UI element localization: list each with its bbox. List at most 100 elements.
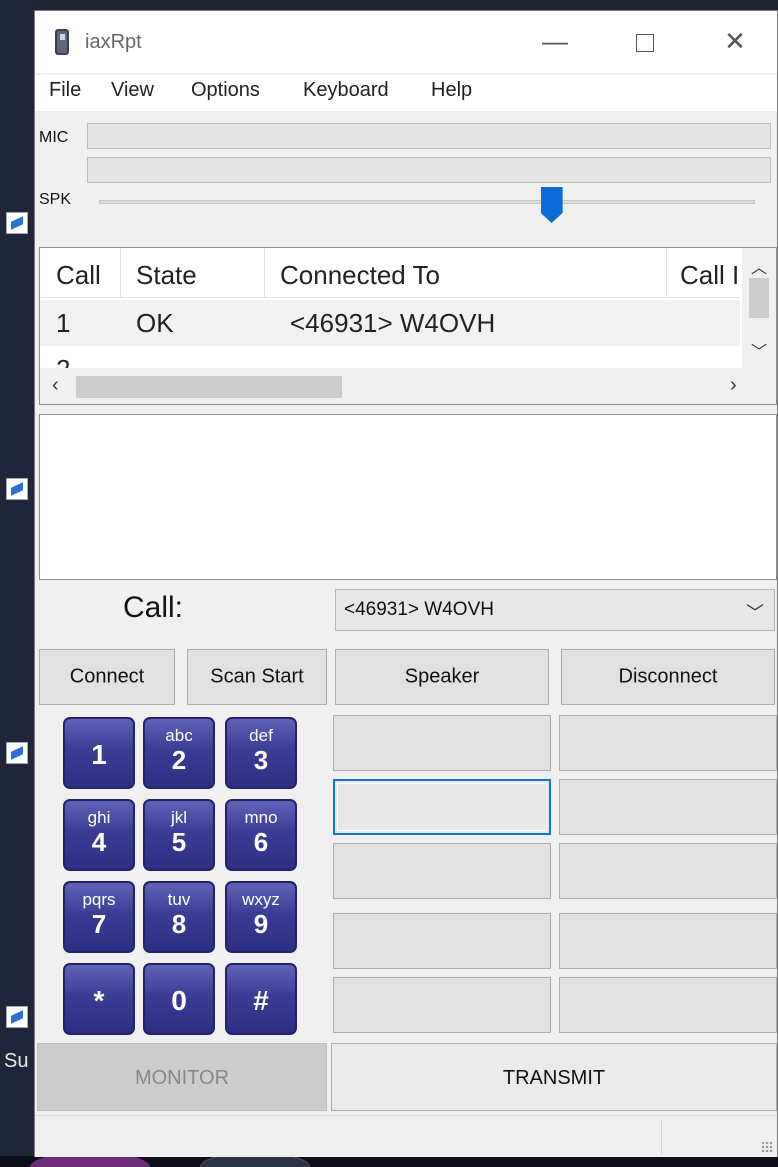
- desktop-label: Su: [4, 1050, 29, 1072]
- scroll-right-icon[interactable]: ›: [730, 374, 737, 397]
- monitor-button[interactable]: MONITOR: [37, 1043, 327, 1111]
- window-title: iaxRpt: [85, 31, 142, 53]
- column-header-call-id[interactable]: Call I: [680, 260, 739, 291]
- column-header-connected-to[interactable]: Connected To: [280, 260, 440, 291]
- chevron-down-icon[interactable]: ﹀: [746, 599, 764, 625]
- keypad-digit: 8: [171, 909, 187, 939]
- menu-options[interactable]: Options: [191, 79, 260, 102]
- disconnect-button[interactable]: Disconnect: [561, 649, 775, 705]
- keypad-digit: 7: [91, 909, 107, 939]
- maximize-button[interactable]: [615, 21, 675, 61]
- app-icon: [55, 29, 69, 55]
- keypad-4-button[interactable]: ghi 4: [63, 799, 135, 871]
- keypad-letters: jkl: [170, 808, 188, 827]
- keypad-digit: #: [253, 985, 269, 1016]
- keypad-2-button[interactable]: abc 2: [143, 717, 215, 789]
- status-bar: [35, 1115, 777, 1157]
- spk-label: SPK: [39, 191, 72, 208]
- scroll-left-icon[interactable]: ‹: [52, 374, 59, 397]
- menu-keyboard[interactable]: Keyboard: [303, 79, 389, 102]
- speaker-button[interactable]: Speaker: [335, 649, 549, 705]
- keypad-3-button[interactable]: def 3: [225, 717, 297, 789]
- call-list-header: Call State Connected To Call I: [40, 248, 740, 298]
- keypad-digit: 6: [253, 827, 269, 857]
- mic-level-meter: [87, 123, 771, 149]
- keypad-digit: 1: [91, 739, 107, 770]
- call-node-select[interactable]: <46931> W4OVH ﹀: [335, 589, 775, 631]
- call-label: Call:: [123, 591, 184, 624]
- memory-button[interactable]: [333, 843, 551, 899]
- keypad-hash-button[interactable]: #: [225, 963, 297, 1035]
- desktop-shortcut-icon[interactable]: [6, 212, 28, 234]
- memory-button[interactable]: [559, 843, 777, 899]
- transmit-button[interactable]: TRANSMIT: [331, 1043, 777, 1111]
- keypad-6-button[interactable]: mno 6: [225, 799, 297, 871]
- call-list[interactable]: Call State Connected To Call I 1 OK <469…: [39, 247, 777, 405]
- resize-grip-icon[interactable]: [761, 1141, 773, 1153]
- keypad-digit: *: [93, 985, 105, 1016]
- memory-button[interactable]: [333, 977, 551, 1033]
- column-divider[interactable]: [264, 248, 265, 298]
- speaker-button-label: Speaker: [404, 665, 480, 688]
- mic-label: MIC: [39, 129, 69, 146]
- scan-start-button[interactable]: Scan Start: [187, 649, 327, 705]
- vertical-scroll-thumb[interactable]: [749, 278, 769, 318]
- connect-button-label: Connect: [69, 665, 145, 688]
- memory-button[interactable]: [333, 913, 551, 969]
- memory-button[interactable]: [559, 977, 777, 1033]
- close-button[interactable]: ✕: [705, 21, 765, 61]
- menu-view[interactable]: View: [111, 79, 154, 102]
- call-number: 2: [56, 354, 70, 368]
- menu-file[interactable]: File: [49, 79, 81, 102]
- column-header-state[interactable]: State: [136, 260, 197, 291]
- call-row[interactable]: 2: [40, 346, 740, 368]
- column-divider[interactable]: [120, 248, 121, 298]
- keypad-1-button[interactable]: 1: [63, 717, 135, 789]
- memory-button[interactable]: [559, 715, 777, 771]
- speaker-volume-slider[interactable]: [540, 187, 563, 223]
- memory-button[interactable]: [333, 715, 551, 771]
- desktop-background: [0, 0, 34, 1167]
- menu-help[interactable]: Help: [431, 79, 472, 102]
- minimize-button[interactable]: —: [525, 21, 585, 61]
- memory-button[interactable]: [559, 779, 777, 835]
- scroll-down-icon[interactable]: ﹀: [742, 338, 776, 362]
- keypad-5-button[interactable]: jkl 5: [143, 799, 215, 871]
- keypad-letters: abc: [165, 726, 193, 745]
- title-bar[interactable]: iaxRpt — ✕: [35, 11, 777, 73]
- memory-button[interactable]: [559, 913, 777, 969]
- desktop-shortcut-icon[interactable]: [6, 478, 28, 500]
- horizontal-scrollbar[interactable]: ‹ ›: [40, 368, 776, 404]
- horizontal-scroll-thumb[interactable]: [76, 376, 342, 398]
- keypad-digit: 3: [253, 745, 269, 775]
- call-state: OK: [136, 308, 174, 338]
- disconnect-button-label: Disconnect: [618, 665, 718, 688]
- call-node-value: <46931> W4OVH: [344, 599, 494, 620]
- column-divider[interactable]: [666, 248, 667, 298]
- message-log[interactable]: [39, 414, 777, 580]
- keypad-digit: 2: [171, 745, 187, 775]
- desktop-shortcut-icon[interactable]: [6, 742, 28, 764]
- keypad-letters: def: [249, 726, 273, 745]
- keypad-letters: pqrs: [82, 890, 116, 909]
- speaker-volume-track[interactable]: [99, 200, 755, 204]
- call-row[interactable]: 1 OK <46931> W4OVH: [40, 300, 740, 346]
- column-header-call[interactable]: Call: [56, 260, 101, 291]
- keypad-letters: tuv: [167, 890, 191, 909]
- keypad-8-button[interactable]: tuv 8: [143, 881, 215, 953]
- app-window: iaxRpt — ✕ File View Options Keyboard He…: [34, 10, 778, 1157]
- scroll-up-icon[interactable]: ︿: [742, 254, 776, 278]
- desktop-shortcut-icon[interactable]: [6, 1006, 28, 1028]
- vertical-scrollbar[interactable]: ︿ ﹀: [742, 248, 776, 368]
- keypad-digit: 0: [171, 985, 187, 1016]
- memory-button[interactable]: [333, 779, 551, 835]
- keypad-star-button[interactable]: *: [63, 963, 135, 1035]
- keypad-7-button[interactable]: pqrs 7: [63, 881, 135, 953]
- call-number: 1: [56, 308, 71, 338]
- keypad-letters: wxyz: [242, 890, 280, 909]
- keypad-letters: mno: [244, 808, 278, 827]
- keypad-9-button[interactable]: wxyz 9: [225, 881, 297, 953]
- keypad-0-button[interactable]: 0: [143, 963, 215, 1035]
- menu-bar: File View Options Keyboard Help: [35, 75, 777, 111]
- connect-button[interactable]: Connect: [39, 649, 175, 705]
